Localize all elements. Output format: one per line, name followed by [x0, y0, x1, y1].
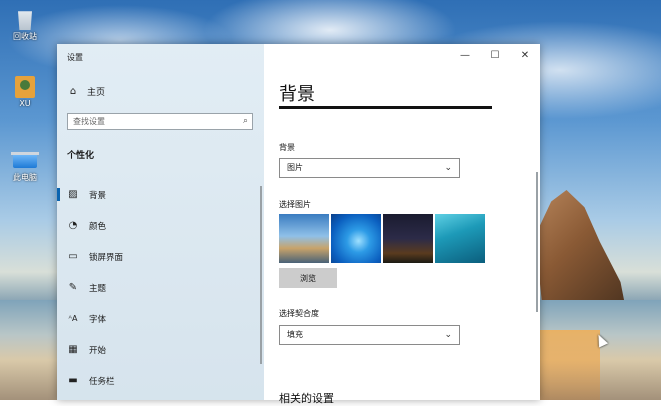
desktop-icon-label: 回收站	[13, 32, 37, 41]
picture-thumbnail[interactable]	[435, 214, 485, 263]
desktop-icon-user-folder[interactable]: XU	[5, 76, 45, 108]
sidebar-item-label: 锁屏界面	[89, 252, 124, 263]
section-title: 个性化	[67, 151, 95, 161]
window-title: 设置	[67, 53, 83, 62]
home-icon: ⌂	[69, 86, 77, 97]
title-bar: 设置 — ☐ ✕	[57, 44, 540, 68]
picture-thumbnail[interactable]	[331, 214, 381, 263]
sidebar-nav: ▨ 背景 ◔ 颜色 ▭ 锁屏界面 ✎ 主题 ᴬA 字体 ▦ 开始 ▬ 任务栏	[57, 179, 264, 396]
sidebar-item-taskbar[interactable]: ▬ 任务栏	[57, 365, 264, 396]
content-scrollbar[interactable]	[536, 172, 538, 312]
sidebar-item-lock-screen[interactable]: ▭ 锁屏界面	[57, 241, 264, 272]
chevron-down-icon: ⌄	[444, 330, 452, 340]
start-grid-icon: ▦	[68, 344, 78, 355]
sidebar-item-label: 颜色	[89, 221, 107, 232]
taskbar-icon: ▬	[68, 375, 78, 386]
sidebar-item-label: 任务栏	[89, 376, 115, 387]
page-title: 背景	[279, 84, 315, 105]
desktop-icon-label: 此电脑	[13, 173, 37, 182]
sidebar-item-colors[interactable]: ◔ 颜色	[57, 210, 264, 241]
fit-dropdown[interactable]: 填充 ⌄	[279, 325, 460, 345]
related-settings-heading: 相关的设置	[279, 392, 334, 405]
background-dropdown[interactable]: 图片 ⌄	[279, 158, 460, 178]
computer-icon	[13, 152, 37, 168]
sidebar-item-label: 开始	[89, 345, 107, 356]
content-pane: 背景 背景 图片 ⌄ 选择图片 浏览 选择契合度 填充 ⌄ 相关的设置	[264, 44, 540, 405]
sidebar-item-home[interactable]: ⌂ 主页	[67, 85, 105, 98]
wallpaper-rock	[535, 190, 625, 305]
sidebar: ⌂ 主页 ⌕ 个性化 ▨ 背景 ◔ 颜色 ▭ 锁屏界面 ✎ 主题	[57, 44, 264, 400]
background-dropdown-value: 图片	[287, 163, 303, 172]
background-label: 背景	[279, 143, 295, 152]
picture-thumbnail[interactable]	[383, 214, 433, 263]
sidebar-item-themes[interactable]: ✎ 主题	[57, 272, 264, 303]
sidebar-item-background[interactable]: ▨ 背景	[57, 179, 264, 210]
sidebar-item-fonts[interactable]: ᴬA 字体	[57, 303, 264, 334]
lock-screen-icon: ▭	[68, 251, 78, 262]
fit-dropdown-value: 填充	[287, 330, 303, 339]
title-underline	[279, 106, 492, 109]
choose-picture-label: 选择图片	[279, 200, 311, 209]
settings-window: ⌂ 主页 ⌕ 个性化 ▨ 背景 ◔ 颜色 ▭ 锁屏界面 ✎ 主题	[57, 44, 540, 405]
close-button[interactable]: ✕	[510, 49, 540, 65]
chevron-down-icon: ⌄	[444, 163, 452, 173]
fit-label: 选择契合度	[279, 309, 319, 318]
picture-thumbnail[interactable]	[279, 214, 329, 263]
palette-icon: ◔	[68, 220, 78, 231]
sidebar-item-start[interactable]: ▦ 开始	[57, 334, 264, 365]
picture-icon: ▨	[68, 189, 78, 200]
picture-thumbnails	[279, 214, 485, 263]
recycle-bin-icon	[18, 11, 32, 30]
sidebar-item-label: 背景	[89, 190, 107, 201]
desktop-icon-label: XU	[19, 99, 31, 108]
minimize-button[interactable]: —	[450, 49, 480, 65]
desktop-icon-recycle-bin[interactable]: 回收站	[5, 8, 45, 42]
sidebar-scrollbar[interactable]	[260, 186, 262, 364]
home-label: 主页	[87, 88, 106, 98]
desktop-icon-computer[interactable]: 此电脑	[5, 136, 45, 183]
sidebar-item-label: 主题	[89, 283, 107, 294]
browse-button[interactable]: 浏览	[279, 268, 337, 288]
search-icon[interactable]: ⌕	[243, 116, 248, 126]
search-input[interactable]	[68, 114, 233, 129]
sidebar-item-label: 字体	[89, 314, 107, 325]
search-box: ⌕	[67, 113, 253, 130]
maximize-button[interactable]: ☐	[480, 49, 510, 65]
user-folder-icon	[15, 76, 35, 98]
theme-brush-icon: ✎	[68, 282, 78, 293]
wallpaper-sun-reflection	[540, 330, 600, 400]
font-icon: ᴬA	[68, 314, 78, 323]
